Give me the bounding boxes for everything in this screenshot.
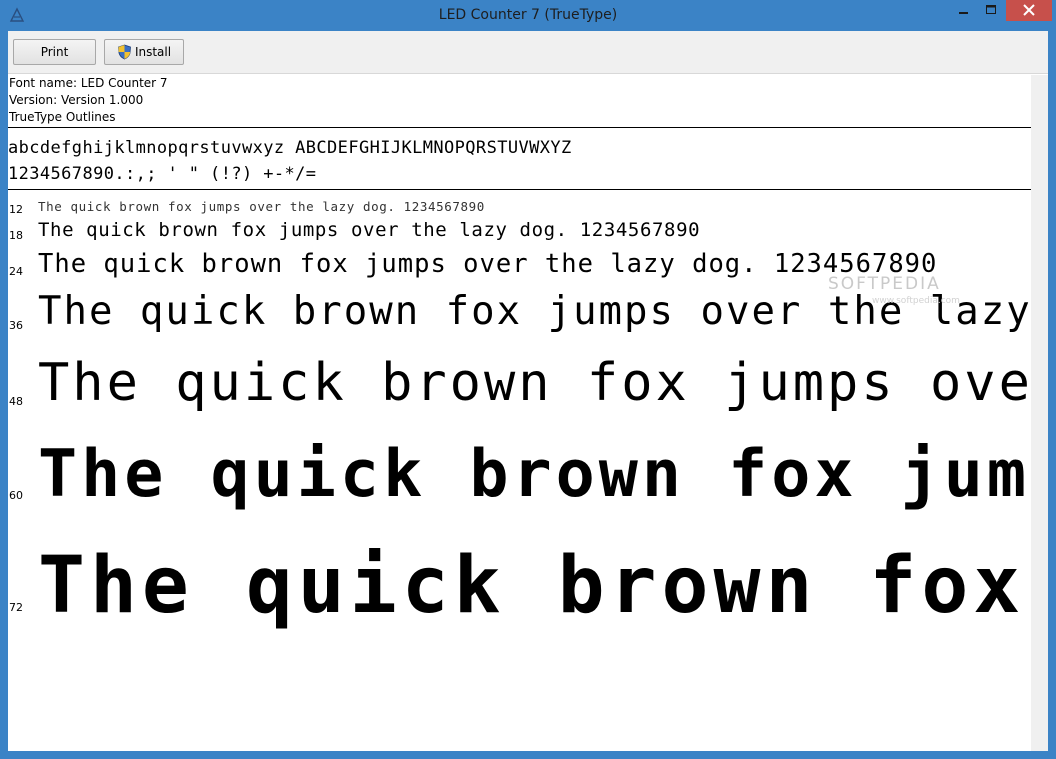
toolbar: Print Install xyxy=(8,31,1048,74)
size-label: 12 xyxy=(9,203,23,216)
waterfall-row-60: 60 The quick brown fox jump xyxy=(8,437,1031,537)
close-button[interactable] xyxy=(1006,0,1052,21)
softpedia-watermark: SOFTPEDIA xyxy=(828,274,941,294)
minimize-icon xyxy=(959,12,968,14)
waterfall-row-48: 48 The quick brown fox jumps over xyxy=(8,353,1031,433)
print-button[interactable]: Print xyxy=(13,39,96,65)
charset-sample: abcdefghijklmnopqrstuvwxyz ABCDEFGHIJKLM… xyxy=(8,135,1031,187)
font-viewer-window: LED Counter 7 (TrueType) Print Install F… xyxy=(0,0,1056,759)
maximize-icon xyxy=(986,5,996,14)
vertical-scrollbar[interactable] xyxy=(1031,75,1048,751)
client-area: Print Install Font name: LED Counter 7 V… xyxy=(8,31,1048,751)
title-bar[interactable]: LED Counter 7 (TrueType) xyxy=(0,0,1056,31)
install-button-label: Install xyxy=(134,45,172,59)
waterfall-row-12: 12 The quick brown fox jumps over the la… xyxy=(8,199,1031,219)
sample-text: The quick brown fox jumps over the lazy … xyxy=(38,219,701,241)
separator-top xyxy=(8,127,1031,128)
install-button[interactable]: Install xyxy=(104,39,184,65)
size-label: 72 xyxy=(9,601,23,614)
uac-shield-icon xyxy=(118,44,131,60)
maximize-button[interactable] xyxy=(978,0,1004,22)
sample-text: The quick brown fox jumps over the lazy … xyxy=(38,249,938,279)
font-info: Font name: LED Counter 7 Version: Versio… xyxy=(8,75,1031,126)
size-label: 60 xyxy=(9,489,23,502)
charset-letters: abcdefghijklmnopqrstuvwxyz ABCDEFGHIJKLM… xyxy=(8,138,572,158)
size-label: 18 xyxy=(9,229,23,242)
print-button-label: Print xyxy=(40,45,69,59)
size-label: 36 xyxy=(9,319,23,332)
size-label: 24 xyxy=(9,265,23,278)
size-label: 48 xyxy=(9,395,23,408)
font-name-text: Font name: LED Counter 7 xyxy=(9,76,168,90)
font-version-text: Version: Version 1.000 xyxy=(9,93,144,107)
minimize-button[interactable] xyxy=(950,0,976,22)
sample-text: The quick brown fox jumps over the lazy … xyxy=(38,199,485,214)
font-outlines-text: TrueType Outlines xyxy=(9,110,116,124)
sample-text: The quick brown fox xyxy=(38,541,1026,631)
separator-bottom xyxy=(8,189,1031,190)
close-icon xyxy=(1023,4,1035,16)
sample-text: The quick brown fox jumps over xyxy=(38,353,1031,413)
softpedia-watermark-url: www.softpedia.com xyxy=(872,296,960,306)
waterfall-row-72: 72 The quick brown fox xyxy=(8,541,1031,651)
waterfall-row-18: 18 The quick brown fox jumps over the la… xyxy=(8,219,1031,247)
window-title: LED Counter 7 (TrueType) xyxy=(438,7,618,23)
sample-text: The quick brown fox jump xyxy=(38,437,1031,512)
charset-digits-symbols: 1234567890.:,; ' " (!?) +-*/= xyxy=(8,164,317,184)
